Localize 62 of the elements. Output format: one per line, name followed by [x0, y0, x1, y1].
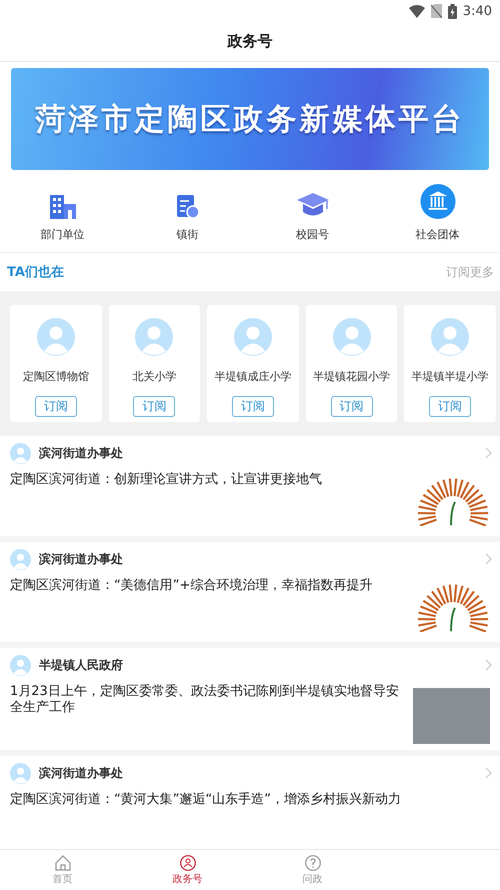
avatar-icon [10, 762, 31, 784]
avatar-icon [10, 548, 31, 570]
news-source: 滨河街道办事处 [39, 444, 123, 462]
category-item[interactable]: 校园号 [250, 184, 375, 242]
chevron-right-icon [485, 447, 492, 459]
document-icon [176, 195, 198, 219]
subscribe-button[interactable]: 订阅 [330, 396, 373, 417]
avatar-icon [36, 318, 75, 356]
avatar-icon [10, 654, 31, 676]
people-icon [180, 854, 196, 870]
battery-icon [448, 4, 457, 18]
subscribe-button[interactable]: 订阅 [133, 396, 176, 417]
news-source: 半堤镇人民政府 [39, 656, 123, 674]
account-name: 半堤镇成庄小学 [214, 369, 292, 384]
account-name: 半堤镇花园小学 [313, 369, 390, 384]
account-card[interactable]: 半堤镇成庄小学 订阅 [207, 305, 299, 422]
account-name: 北关小学 [132, 369, 176, 384]
category-item[interactable]: 社会团体 [375, 184, 500, 242]
news-title: 定陶区滨河街道：“美德信用”+综合环境治理，幸福指数再提升 [10, 577, 374, 595]
avatar-icon [135, 318, 174, 356]
banner-title: 菏泽市定陶区政务新媒体平台 [36, 100, 464, 138]
category-item[interactable]: 部门单位 [0, 184, 125, 242]
account-name: 定陶区博物馆 [22, 369, 89, 384]
news-title: 1月23日上午，定陶区委常委、政法委书记陈刚到半堤镇实地督导安全生产工作 [10, 683, 400, 717]
section-title: TA们也在 [7, 264, 64, 281]
wifi-icon [408, 4, 425, 18]
home-icon [54, 854, 70, 870]
news-title: 定陶区滨河街道：创新理论宣讲方式，让宣讲更接地气 [10, 471, 323, 489]
news-card[interactable]: 滨河街道办事处 定陶区滨河街道：创新理论宣讲方式，让宣讲更接地气 [0, 436, 500, 536]
news-source: 滨河街道办事处 [39, 550, 123, 568]
account-card[interactable]: 北关小学 订阅 [108, 305, 200, 422]
avatar-icon [332, 318, 371, 356]
chevron-right-icon [485, 553, 492, 565]
account-name: 半堤镇半堤小学 [412, 369, 489, 384]
institution-icon [418, 184, 456, 219]
status-time: 3:40 [462, 4, 492, 18]
chevron-right-icon [485, 767, 492, 779]
category-label: 校园号 [296, 227, 329, 242]
account-card[interactable]: 半堤镇花园小学 订阅 [306, 305, 398, 422]
category-label: 镇街 [176, 227, 198, 242]
subscribe-button[interactable]: 订阅 [232, 396, 274, 417]
subscribe-button[interactable]: 订阅 [429, 396, 472, 417]
news-source: 滨河街道办事处 [39, 764, 123, 782]
news-card[interactable]: 滨河街道办事处 定陶区滨河街道：“黄河大集”邂逅“山东手造”，增添乡村振兴新动力 [0, 756, 500, 849]
avatar-icon [431, 318, 470, 356]
account-card[interactable]: 定陶区博物馆 订阅 [10, 305, 102, 422]
page-title: 政务号 [228, 32, 272, 51]
subscribe-button[interactable]: 订阅 [34, 396, 77, 417]
category-label: 社会团体 [416, 227, 460, 242]
chevron-right-icon [485, 659, 492, 671]
category-item[interactable]: 镇街 [125, 184, 250, 242]
no-sim-icon [430, 4, 442, 18]
news-card[interactable]: 滨河街道办事处 定陶区滨河街道：“美德信用”+综合环境治理，幸福指数再提升 [0, 542, 500, 642]
tab[interactable]: 政务号 [125, 850, 250, 890]
news-card[interactable]: 半堤镇人民政府 1月23日上午，定陶区委常委、政法委书记陈刚到半堤镇实地督导安全生产工作 [0, 648, 500, 750]
avatar-icon [234, 318, 272, 356]
category-label: 部门单位 [40, 227, 84, 242]
avatar-icon [10, 442, 31, 464]
building-icon [50, 195, 76, 219]
help-icon [304, 854, 320, 870]
account-card[interactable]: 半堤镇半堤小学 订阅 [404, 305, 496, 422]
news-title: 定陶区滨河街道：“黄河大集”邂逅“山东手造”，增添乡村振兴新动力 [10, 791, 402, 809]
